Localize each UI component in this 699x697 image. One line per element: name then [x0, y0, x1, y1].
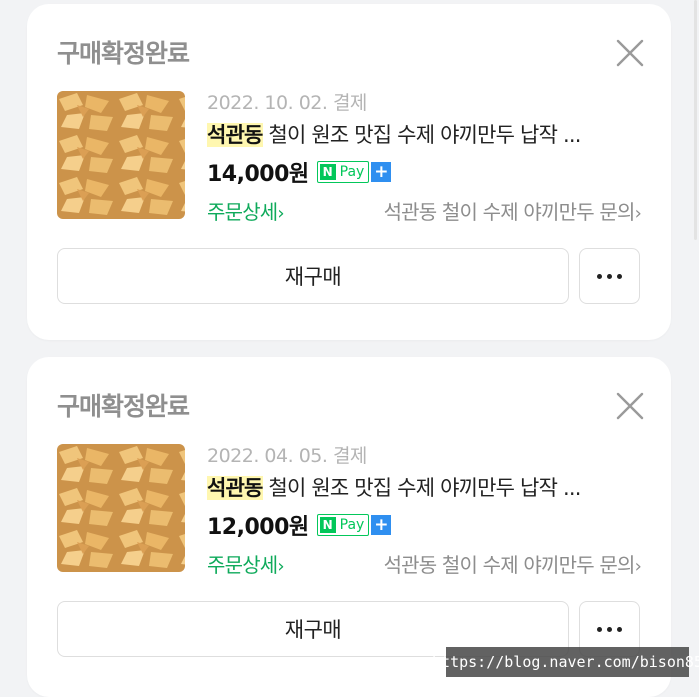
rebuy-button[interactable]: 재구매: [57, 248, 569, 304]
order-detail-label: 주문상세: [207, 200, 278, 224]
product-thumbnail[interactable]: [57, 91, 185, 219]
more-dots-icon: [597, 273, 622, 279]
order-card: 구매확정완료 2022. 04. 05. 결제 석관동 철이 원조 맛집 수제 …: [27, 357, 671, 697]
product-thumbnail[interactable]: [57, 444, 185, 572]
order-status: 구매확정완료: [57, 392, 190, 421]
chevron-right-icon: ›: [634, 203, 642, 224]
npay-plus-badge: N Pay +: [316, 514, 392, 536]
npay-n-icon: N: [319, 517, 336, 533]
more-options-button[interactable]: [579, 248, 640, 304]
order-card: 구매확정완료 2022. 10. 02. 결제 석관동 철이 원조 맛집 수제 …: [27, 4, 671, 340]
price-row: 14,000원 N Pay +: [207, 156, 392, 188]
close-icon[interactable]: [615, 38, 645, 68]
order-detail-link[interactable]: 주문상세›: [207, 549, 285, 578]
scrollbar[interactable]: [694, 0, 697, 240]
payment-date: 2022. 10. 02. 결제: [207, 92, 367, 114]
product-title-text: 철이 원조 맛집 수제 야끼만두 납작 ...: [262, 476, 581, 500]
npay-plus-badge: N Pay +: [316, 161, 392, 183]
order-detail-link[interactable]: 주문상세›: [207, 196, 285, 225]
plus-icon: +: [371, 162, 392, 182]
seller-inquiry-label: 석관동 철이 수제 야끼만두 문의: [383, 200, 636, 224]
chevron-right-icon: ›: [277, 556, 284, 577]
product-title[interactable]: 석관동 철이 원조 맛집 수제 야끼만두 납작 ...: [207, 119, 627, 149]
price: 12,000원: [207, 515, 309, 540]
npay-label: Pay: [339, 164, 365, 180]
payment-date: 2022. 04. 05. 결제: [207, 445, 367, 467]
shop-name-highlight: 석관동: [207, 123, 263, 147]
product-title-text: 철이 원조 맛집 수제 야끼만두 납작 ...: [262, 123, 581, 147]
order-detail-label: 주문상세: [207, 553, 278, 577]
shop-name-highlight: 석관동: [207, 476, 263, 500]
order-status: 구매확정완료: [57, 39, 190, 68]
npay-label: Pay: [339, 517, 365, 533]
more-dots-icon: [597, 626, 622, 632]
seller-inquiry-link[interactable]: 석관동 철이 수제 야끼만두 문의›: [383, 196, 642, 225]
price: 14,000원: [207, 162, 309, 187]
blog-watermark: https://blog.naver.com/bison85: [432, 647, 699, 677]
chevron-right-icon: ›: [277, 203, 284, 224]
chevron-right-icon: ›: [634, 556, 642, 577]
plus-icon: +: [371, 515, 392, 535]
close-icon[interactable]: [615, 391, 645, 421]
seller-inquiry-link[interactable]: 석관동 철이 수제 야끼만두 문의›: [383, 549, 642, 578]
npay-n-icon: N: [319, 164, 336, 180]
seller-inquiry-label: 석관동 철이 수제 야끼만두 문의: [383, 553, 636, 577]
price-row: 12,000원 N Pay +: [207, 509, 392, 541]
product-title[interactable]: 석관동 철이 원조 맛집 수제 야끼만두 납작 ...: [207, 472, 627, 502]
